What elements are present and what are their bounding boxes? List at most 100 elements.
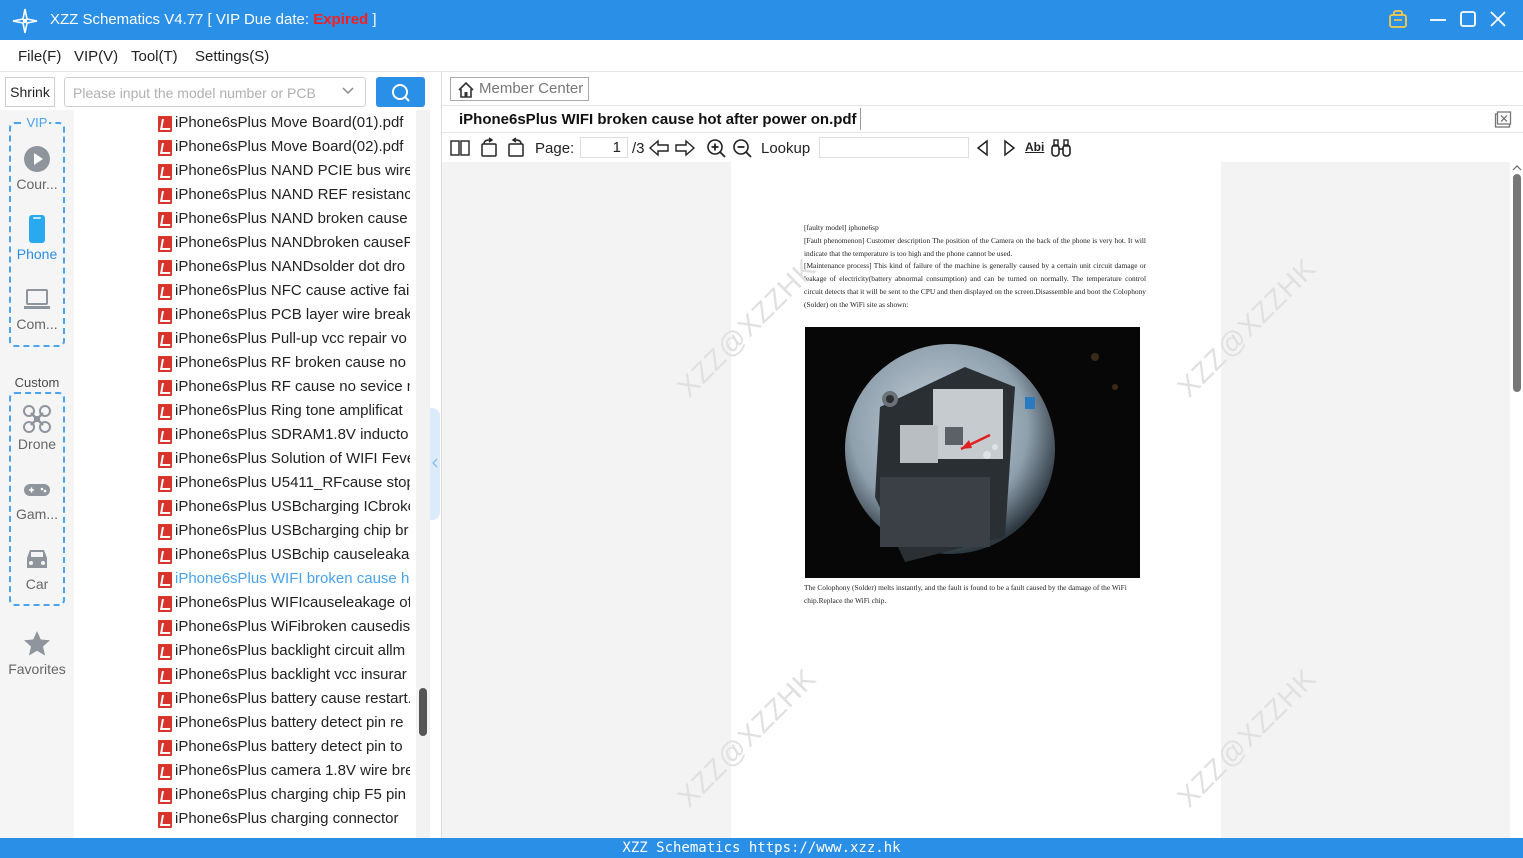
star-icon bbox=[24, 631, 50, 656]
file-list-item[interactable]: iPhone6sPlus charging chip F5 pin bbox=[158, 784, 410, 808]
file-list-item[interactable]: iPhone6sPlus NANDbroken causeP bbox=[158, 232, 410, 256]
file-list-item[interactable]: iPhone6sPlus USBchip causeleakag bbox=[158, 544, 410, 568]
file-name: iPhone6sPlus Move Board(01).pdf bbox=[175, 114, 404, 131]
file-name: iPhone6sPlus WiFibroken causedis bbox=[175, 618, 410, 635]
file-list-item[interactable]: iPhone6sPlus WIFIcauseleakage of bbox=[158, 592, 410, 616]
nav-game[interactable]: Gam... bbox=[0, 474, 74, 522]
pdf-file-icon bbox=[158, 668, 172, 684]
file-list-item[interactable]: iPhone6sPlus battery detect pin to bbox=[158, 736, 410, 760]
file-list-item[interactable]: iPhone6sPlus backlight circuit allm bbox=[158, 640, 410, 664]
file-name: iPhone6sPlus SDRAM1.8V inducto bbox=[175, 426, 409, 443]
file-name: iPhone6sPlus charging connector bbox=[175, 810, 399, 827]
status-bar: XZZ Schematics https://www.xzz.hk bbox=[0, 838, 1523, 858]
menu-bar: File(F) VIP(V) Tool(T) Settings(S) bbox=[0, 40, 1523, 72]
file-name: iPhone6sPlus USBcharging ICbroke bbox=[175, 498, 410, 515]
file-name: iPhone6sPlus PCB layer wire break bbox=[175, 306, 410, 323]
maximize-icon[interactable] bbox=[1457, 8, 1479, 30]
file-list-item[interactable]: iPhone6sPlus Move Board(02).pdf bbox=[158, 136, 410, 160]
minimize-icon[interactable] bbox=[1427, 8, 1449, 30]
home-icon bbox=[458, 81, 474, 98]
find-next-icon[interactable] bbox=[998, 137, 1020, 159]
file-list-item[interactable]: iPhone6sPlus WIFI broken cause h bbox=[158, 568, 410, 592]
file-list-item[interactable]: iPhone6sPlus RF cause no sevice m bbox=[158, 376, 410, 400]
zoom-out-icon[interactable] bbox=[731, 137, 753, 159]
file-list-item[interactable]: iPhone6sPlus USBcharging ICbroke bbox=[158, 496, 410, 520]
file-list-item[interactable]: iPhone6sPlus RF broken cause no bbox=[158, 352, 410, 376]
file-list-item[interactable]: iPhone6sPlus NAND REF resistance bbox=[158, 184, 410, 208]
menu-tool[interactable]: Tool(T) bbox=[131, 48, 178, 65]
chevron-left-icon bbox=[432, 458, 438, 468]
nav-favorites[interactable]: Favorites bbox=[0, 629, 74, 677]
file-name: iPhone6sPlus backlight circuit allm bbox=[175, 642, 406, 659]
zoom-in-icon[interactable] bbox=[705, 137, 727, 159]
shrink-button[interactable]: Shrink bbox=[5, 77, 55, 107]
file-list-item[interactable]: iPhone6sPlus charging connector bbox=[158, 808, 410, 832]
file-list-item[interactable]: iPhone6sPlus NAND PCIE bus wire bbox=[158, 160, 410, 184]
pdf-file-icon bbox=[158, 740, 172, 756]
pdf-viewer[interactable]: [faulty model] iphone6sp [Fault phenomen… bbox=[442, 162, 1523, 838]
file-name: iPhone6sPlus Move Board(02).pdf bbox=[175, 138, 404, 155]
rotate-right-icon[interactable] bbox=[505, 137, 527, 159]
binoculars-icon[interactable] bbox=[1050, 137, 1072, 159]
member-center-label: Member Center bbox=[479, 80, 584, 97]
menu-settings[interactable]: Settings(S) bbox=[195, 48, 269, 65]
search-box[interactable] bbox=[64, 77, 366, 107]
nav-computer[interactable]: Com... bbox=[0, 284, 74, 332]
nav-drone[interactable]: Drone bbox=[0, 404, 74, 452]
lookup-input[interactable] bbox=[819, 137, 969, 158]
file-list-item[interactable]: iPhone6sPlus NAND broken cause bbox=[158, 208, 410, 232]
nav-courses[interactable]: Cour... bbox=[0, 144, 74, 192]
window-title: XZZ Schematics V4.77 [ VIP Due date: Exp… bbox=[50, 11, 377, 28]
pdf-file-icon bbox=[158, 380, 172, 396]
find-previous-icon[interactable] bbox=[972, 137, 994, 159]
file-list-item[interactable]: iPhone6sPlus WiFibroken causedis bbox=[158, 616, 410, 640]
menu-vip[interactable]: VIP(V) bbox=[74, 48, 118, 65]
file-list-item[interactable]: iPhone6sPlus Solution of WIFI Feve bbox=[158, 448, 410, 472]
file-list-scrollbar[interactable] bbox=[416, 110, 430, 838]
file-list-item[interactable]: iPhone6sPlus Move Board(01).pdf bbox=[158, 112, 410, 136]
scroll-up-icon[interactable] bbox=[1512, 164, 1522, 172]
file-list-item[interactable]: iPhone6sPlus backlight vcc insurar bbox=[158, 664, 410, 688]
file-list-item[interactable]: iPhone6sPlus battery detect pin re bbox=[158, 712, 410, 736]
file-list-item[interactable]: iPhone6sPlus camera 1.8V wire bre bbox=[158, 760, 410, 784]
pdf-file-icon bbox=[158, 164, 172, 180]
rotate-left-icon[interactable] bbox=[478, 137, 500, 159]
app-title: XZZ Schematics V4.77 [ VIP Due date: bbox=[50, 11, 314, 28]
match-case-button[interactable]: Abi bbox=[1025, 140, 1049, 162]
file-list-item[interactable]: iPhone6sPlus Pull-up vcc repair vo bbox=[158, 328, 410, 352]
close-tab-icon[interactable] bbox=[1494, 111, 1512, 129]
file-list-item[interactable]: iPhone6sPlus NFC cause active fail bbox=[158, 280, 410, 304]
scrollbar-thumb[interactable] bbox=[419, 688, 427, 736]
pdf-file-icon bbox=[158, 428, 172, 444]
file-list-item[interactable]: iPhone6sPlus PCB layer wire break bbox=[158, 304, 410, 328]
next-page-icon[interactable] bbox=[674, 137, 696, 159]
nav-car[interactable]: Car bbox=[0, 544, 74, 592]
file-list-item[interactable]: iPhone6sPlus SDRAM1.8V inducto bbox=[158, 424, 410, 448]
scrollbar-thumb[interactable] bbox=[1513, 174, 1521, 392]
file-name: iPhone6sPlus WIFIcauseleakage of bbox=[175, 594, 410, 611]
member-center-button[interactable]: Member Center bbox=[450, 77, 589, 101]
file-list-item[interactable]: iPhone6sPlus USBcharging chip br bbox=[158, 520, 410, 544]
nav-label: Gam... bbox=[15, 506, 58, 522]
page-line-phenomenon: [Fault phenomenon] Customer description … bbox=[804, 235, 1146, 258]
file-list-item[interactable]: iPhone6sPlus NANDsolder dot dro bbox=[158, 256, 410, 280]
search-button[interactable] bbox=[376, 77, 425, 107]
file-list-item[interactable]: iPhone6sPlus battery cause restart. bbox=[158, 688, 410, 712]
tab-document[interactable]: iPhone6sPlus WIFI broken cause hot after… bbox=[459, 111, 857, 128]
file-list-item[interactable]: iPhone6sPlus Ring tone amplificat bbox=[158, 400, 410, 424]
nav-phone[interactable]: Phone bbox=[0, 214, 74, 262]
chevron-down-icon[interactable] bbox=[341, 84, 355, 98]
pdf-file-icon bbox=[158, 716, 172, 732]
menu-file[interactable]: File(F) bbox=[18, 48, 61, 65]
pdf-scrollbar[interactable] bbox=[1510, 162, 1523, 838]
vip-bag-icon[interactable] bbox=[1387, 8, 1409, 30]
search-input[interactable] bbox=[73, 83, 333, 103]
file-name: iPhone6sPlus charging chip F5 pin bbox=[175, 786, 406, 803]
pdf-file-icon bbox=[158, 788, 172, 804]
previous-page-icon[interactable] bbox=[648, 137, 670, 159]
two-page-view-icon[interactable] bbox=[449, 137, 471, 159]
collapse-panel-handle[interactable] bbox=[430, 408, 440, 520]
page-number-input[interactable]: 1 bbox=[580, 137, 628, 158]
file-list-item[interactable]: iPhone6sPlus U5411_RFcause stop bbox=[158, 472, 410, 496]
close-icon[interactable] bbox=[1487, 8, 1509, 30]
